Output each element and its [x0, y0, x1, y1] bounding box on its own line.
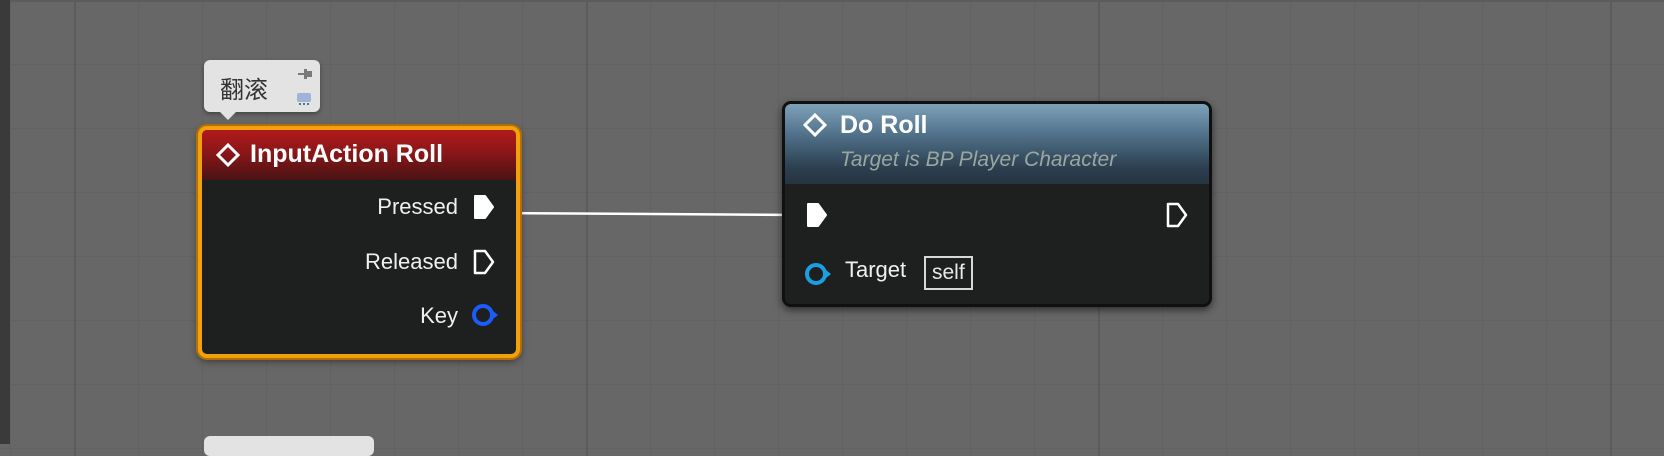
key-pin-label: Key — [420, 303, 458, 328]
partial-comment-bubble — [204, 436, 374, 456]
pressed-pin-label: Pressed — [377, 194, 458, 219]
exec-input-pin[interactable] — [805, 201, 829, 229]
exec-wire[interactable] — [493, 211, 801, 217]
do-roll-node[interactable]: Do Roll Target is BP Player Character Ta… — [782, 101, 1212, 307]
node-header[interactable]: Do Roll Target is BP Player Character — [785, 104, 1209, 184]
pin-icon[interactable] — [298, 68, 312, 80]
key-struct-pin[interactable] — [470, 301, 500, 329]
target-object-pin[interactable] — [803, 260, 835, 288]
pressed-exec-pin[interactable] — [472, 193, 496, 221]
target-default-value[interactable]: self — [924, 256, 973, 290]
exec-output-pin[interactable] — [1165, 201, 1189, 229]
bubble-toggle-icon[interactable] — [296, 92, 312, 106]
inputaction-roll-node[interactable]: InputAction Roll Pressed Released Key — [198, 126, 520, 358]
released-exec-pin[interactable] — [472, 248, 496, 276]
node-subtitle: Target is BP Player Character — [840, 148, 1117, 171]
event-diamond-icon — [216, 143, 240, 167]
target-pin-label: Target — [845, 257, 907, 282]
released-pin-label: Released — [365, 249, 458, 274]
node-title: Do Roll — [840, 111, 928, 139]
node-comment-bubble[interactable]: 翻滚 — [204, 60, 320, 120]
node-header[interactable]: InputAction Roll — [202, 130, 516, 180]
function-diamond-icon — [803, 113, 827, 137]
node-title: InputAction Roll — [250, 140, 444, 168]
comment-text: 翻滚 — [220, 76, 268, 104]
left-panel-edge — [0, 0, 10, 444]
